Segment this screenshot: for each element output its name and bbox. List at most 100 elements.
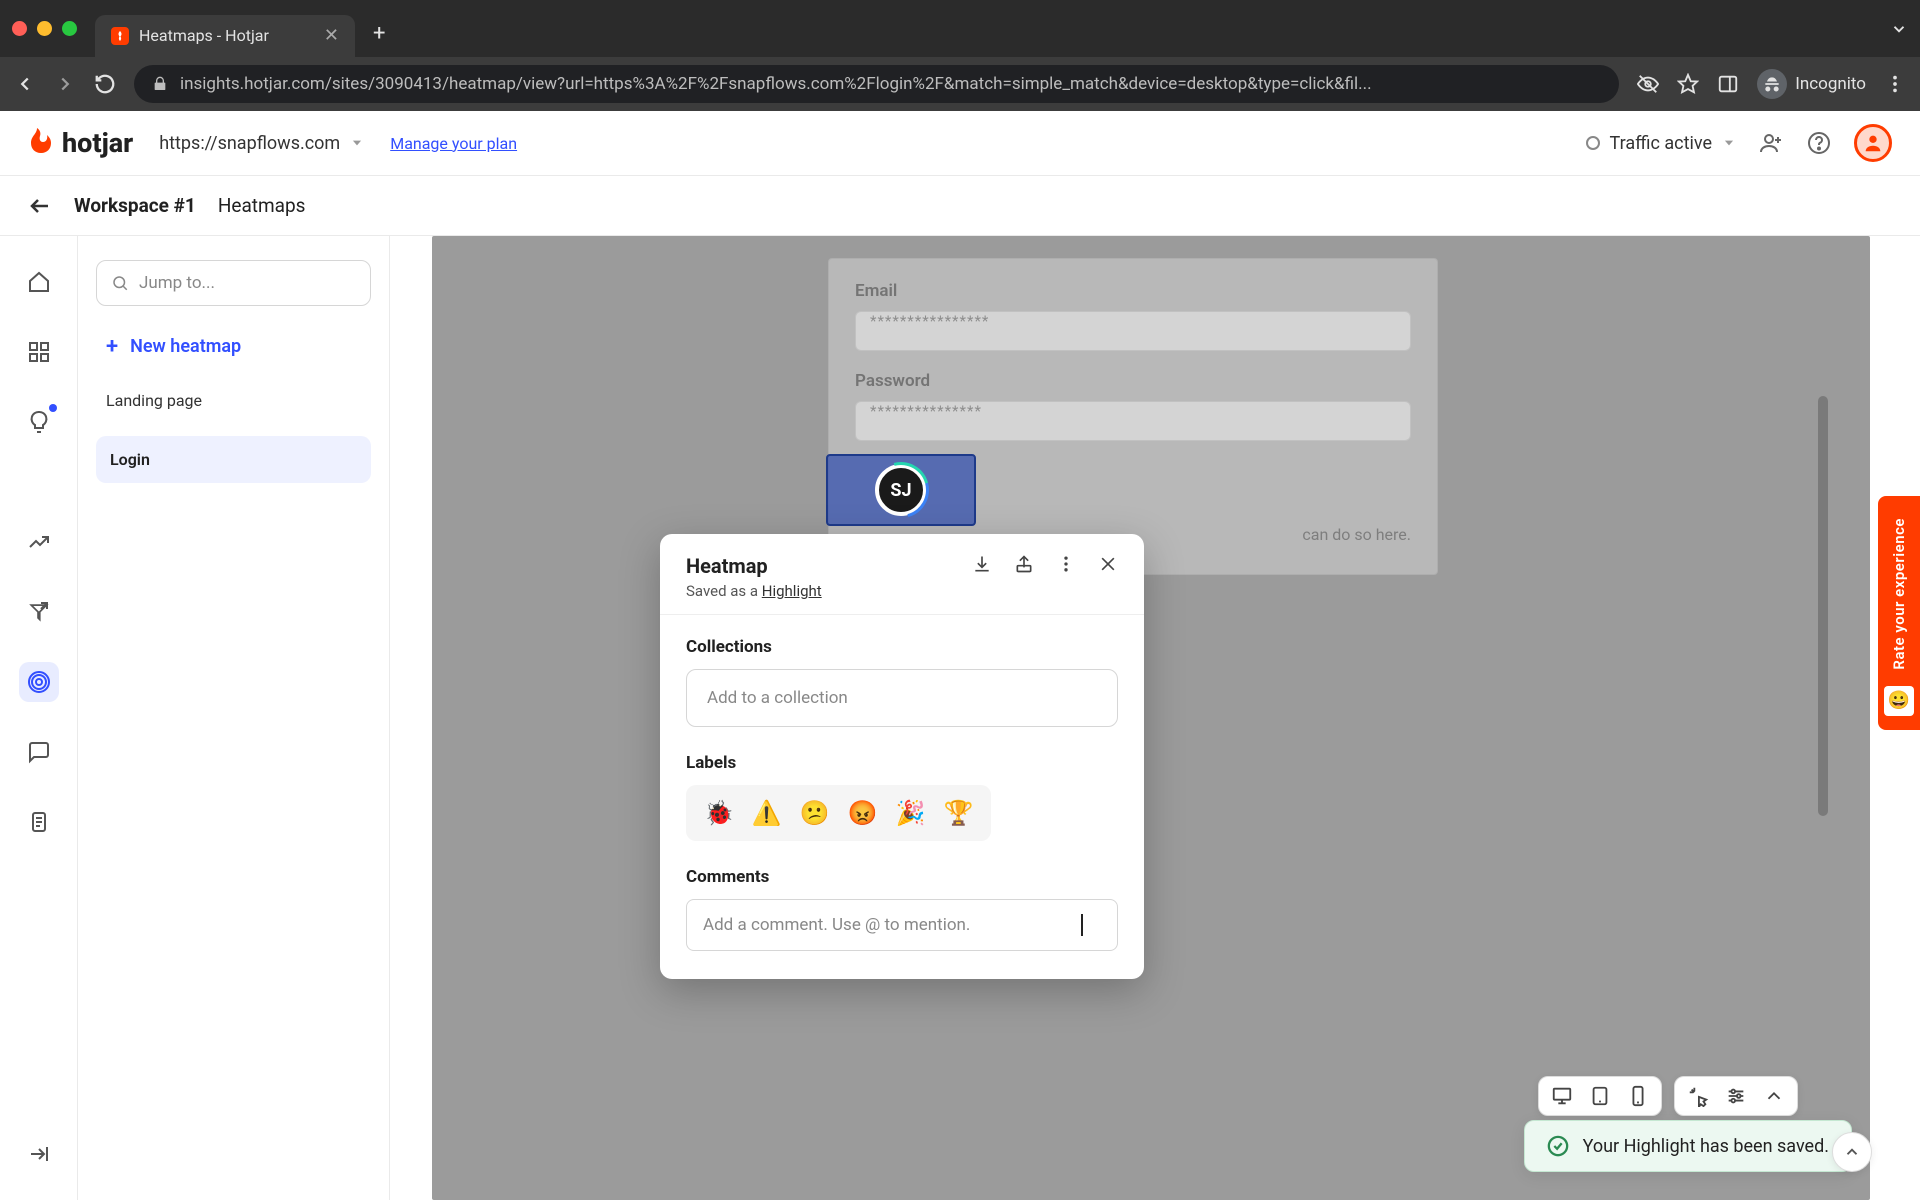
rail-feedback-icon[interactable]: [19, 732, 59, 772]
download-icon[interactable]: [972, 554, 992, 574]
jump-to-placeholder: Jump to...: [139, 273, 215, 293]
browser-tab-strip: Heatmaps - Hotjar ✕ +: [0, 0, 1920, 57]
chevron-up-icon: [1843, 1143, 1861, 1161]
site-url: https://snapflows.com: [159, 133, 340, 154]
new-heatmap-button[interactable]: + New heatmap: [96, 328, 371, 365]
workspace-name[interactable]: Workspace #1: [74, 194, 196, 217]
tab-favicon: [111, 27, 129, 45]
traffic-dot-icon: [1586, 136, 1600, 150]
rail-dashboard-icon[interactable]: [19, 332, 59, 372]
rail-highlights-icon[interactable]: [19, 402, 59, 442]
labels-heading: Labels: [686, 753, 1118, 773]
new-heatmap-label: New heatmap: [130, 336, 241, 357]
tabs-overflow-icon[interactable]: [1890, 20, 1908, 38]
traffic-status-label: Traffic active: [1610, 133, 1713, 154]
panel-icon[interactable]: [1717, 73, 1739, 95]
window-maximize[interactable]: [62, 21, 77, 36]
click-icon[interactable]: [1687, 1085, 1709, 1107]
window-controls: [12, 21, 77, 36]
page-item-label: Login: [110, 450, 150, 469]
label-angry[interactable]: 😡: [848, 799, 878, 827]
help-icon[interactable]: [1806, 130, 1832, 156]
label-party[interactable]: 🎉: [896, 799, 926, 827]
feedback-tab[interactable]: Rate your experience 😀: [1878, 496, 1920, 730]
rail-surveys-icon[interactable]: [19, 802, 59, 842]
collections-input[interactable]: Add to a collection: [686, 669, 1118, 727]
tab-close-icon[interactable]: ✕: [324, 25, 339, 46]
chevron-down-icon: [350, 136, 364, 150]
browser-toolbar: insights.hotjar.com/sites/3090413/heatma…: [0, 57, 1920, 111]
plus-icon: +: [106, 334, 118, 359]
popover-actions: [972, 554, 1118, 574]
nav-rail: [0, 236, 78, 1200]
rail-expand-icon[interactable]: [19, 1134, 59, 1174]
view-group: [1674, 1076, 1798, 1116]
email-label: Email: [855, 281, 1411, 301]
tablet-icon[interactable]: [1589, 1085, 1611, 1107]
settings-icon[interactable]: [1725, 1085, 1747, 1107]
browser-tab[interactable]: Heatmaps - Hotjar ✕: [95, 15, 355, 57]
close-icon[interactable]: [1098, 554, 1118, 574]
heatmap-canvas: Email **************** Password ********…: [390, 236, 1920, 1200]
desktop-icon[interactable]: [1551, 1085, 1573, 1107]
rail-funnels-icon[interactable]: [19, 592, 59, 632]
nav-back-icon[interactable]: [14, 73, 36, 95]
page-item-login[interactable]: Login: [96, 436, 371, 483]
rail-heatmaps-icon[interactable]: [19, 662, 59, 702]
hotjar-flame-icon: [28, 128, 54, 158]
jump-to-input[interactable]: Jump to...: [96, 260, 371, 306]
text-cursor: [1081, 914, 1083, 936]
main-content: Jump to... + New heatmap Landing page Lo…: [0, 236, 1920, 1200]
traffic-status[interactable]: Traffic active: [1586, 133, 1737, 154]
eye-off-icon[interactable]: [1637, 73, 1659, 95]
window-minimize[interactable]: [37, 21, 52, 36]
url-bar[interactable]: insights.hotjar.com/sites/3090413/heatma…: [134, 65, 1619, 103]
collections-heading: Collections: [686, 637, 1118, 657]
heatmap-viewport[interactable]: Email **************** Password ********…: [432, 236, 1870, 1200]
lock-icon: [152, 76, 168, 92]
manage-plan-link[interactable]: Manage your plan: [390, 134, 517, 153]
label-confused[interactable]: 😕: [800, 799, 830, 827]
captured-login-form: Email **************** Password ********…: [828, 258, 1438, 575]
mobile-icon[interactable]: [1627, 1085, 1649, 1107]
label-bug[interactable]: 🐞: [704, 799, 734, 827]
incognito-indicator[interactable]: Incognito: [1757, 69, 1866, 99]
kebab-menu-icon[interactable]: [1884, 73, 1906, 95]
chevron-down-icon: [1722, 136, 1736, 150]
tab-title: Heatmaps - Hotjar: [139, 26, 269, 45]
popover-header: Heatmap Saved as a Highlight: [660, 534, 1144, 615]
new-tab-button[interactable]: +: [373, 21, 385, 46]
device-group: [1538, 1076, 1662, 1116]
url-text: insights.hotjar.com/sites/3090413/heatma…: [180, 74, 1372, 94]
popover-title: Heatmap: [686, 554, 972, 578]
site-selector[interactable]: https://snapflows.com: [159, 133, 364, 154]
rail-home-icon[interactable]: [19, 262, 59, 302]
password-field: ***************: [855, 401, 1411, 441]
star-icon[interactable]: [1677, 73, 1699, 95]
scroll-top-button[interactable]: [1832, 1132, 1872, 1172]
highlight-popover: Heatmap Saved as a Highlight: [660, 534, 1144, 979]
popover-subtitle: Saved as a Highlight: [686, 582, 972, 600]
highlight-selection[interactable]: SJ: [826, 454, 976, 526]
comment-input[interactable]: Add a comment. Use @ to mention.: [686, 899, 1118, 951]
notification-dot: [49, 404, 57, 412]
rail-trends-icon[interactable]: [19, 522, 59, 562]
window-close[interactable]: [12, 21, 27, 36]
user-avatar[interactable]: [1854, 124, 1892, 162]
share-icon[interactable]: [1014, 554, 1034, 574]
reload-icon[interactable]: [94, 73, 116, 95]
highlight-link[interactable]: Highlight: [762, 582, 822, 600]
back-arrow-icon[interactable]: [28, 194, 52, 218]
feedback-label: Rate your experience: [1890, 510, 1908, 678]
hotjar-logo[interactable]: hotjar: [28, 127, 133, 159]
toast-notification: Your Highlight has been saved.: [1524, 1120, 1852, 1172]
label-warning[interactable]: ⚠️: [752, 799, 782, 827]
invite-user-icon[interactable]: [1758, 130, 1784, 156]
incognito-label: Incognito: [1795, 74, 1866, 94]
toast-message: Your Highlight has been saved.: [1583, 1136, 1829, 1157]
more-icon[interactable]: [1056, 554, 1076, 574]
label-trophy[interactable]: 🏆: [943, 799, 973, 827]
scrollbar-thumb[interactable]: [1818, 396, 1828, 816]
chevron-up-icon[interactable]: [1763, 1085, 1785, 1107]
avatar-ring-icon: [863, 452, 939, 528]
